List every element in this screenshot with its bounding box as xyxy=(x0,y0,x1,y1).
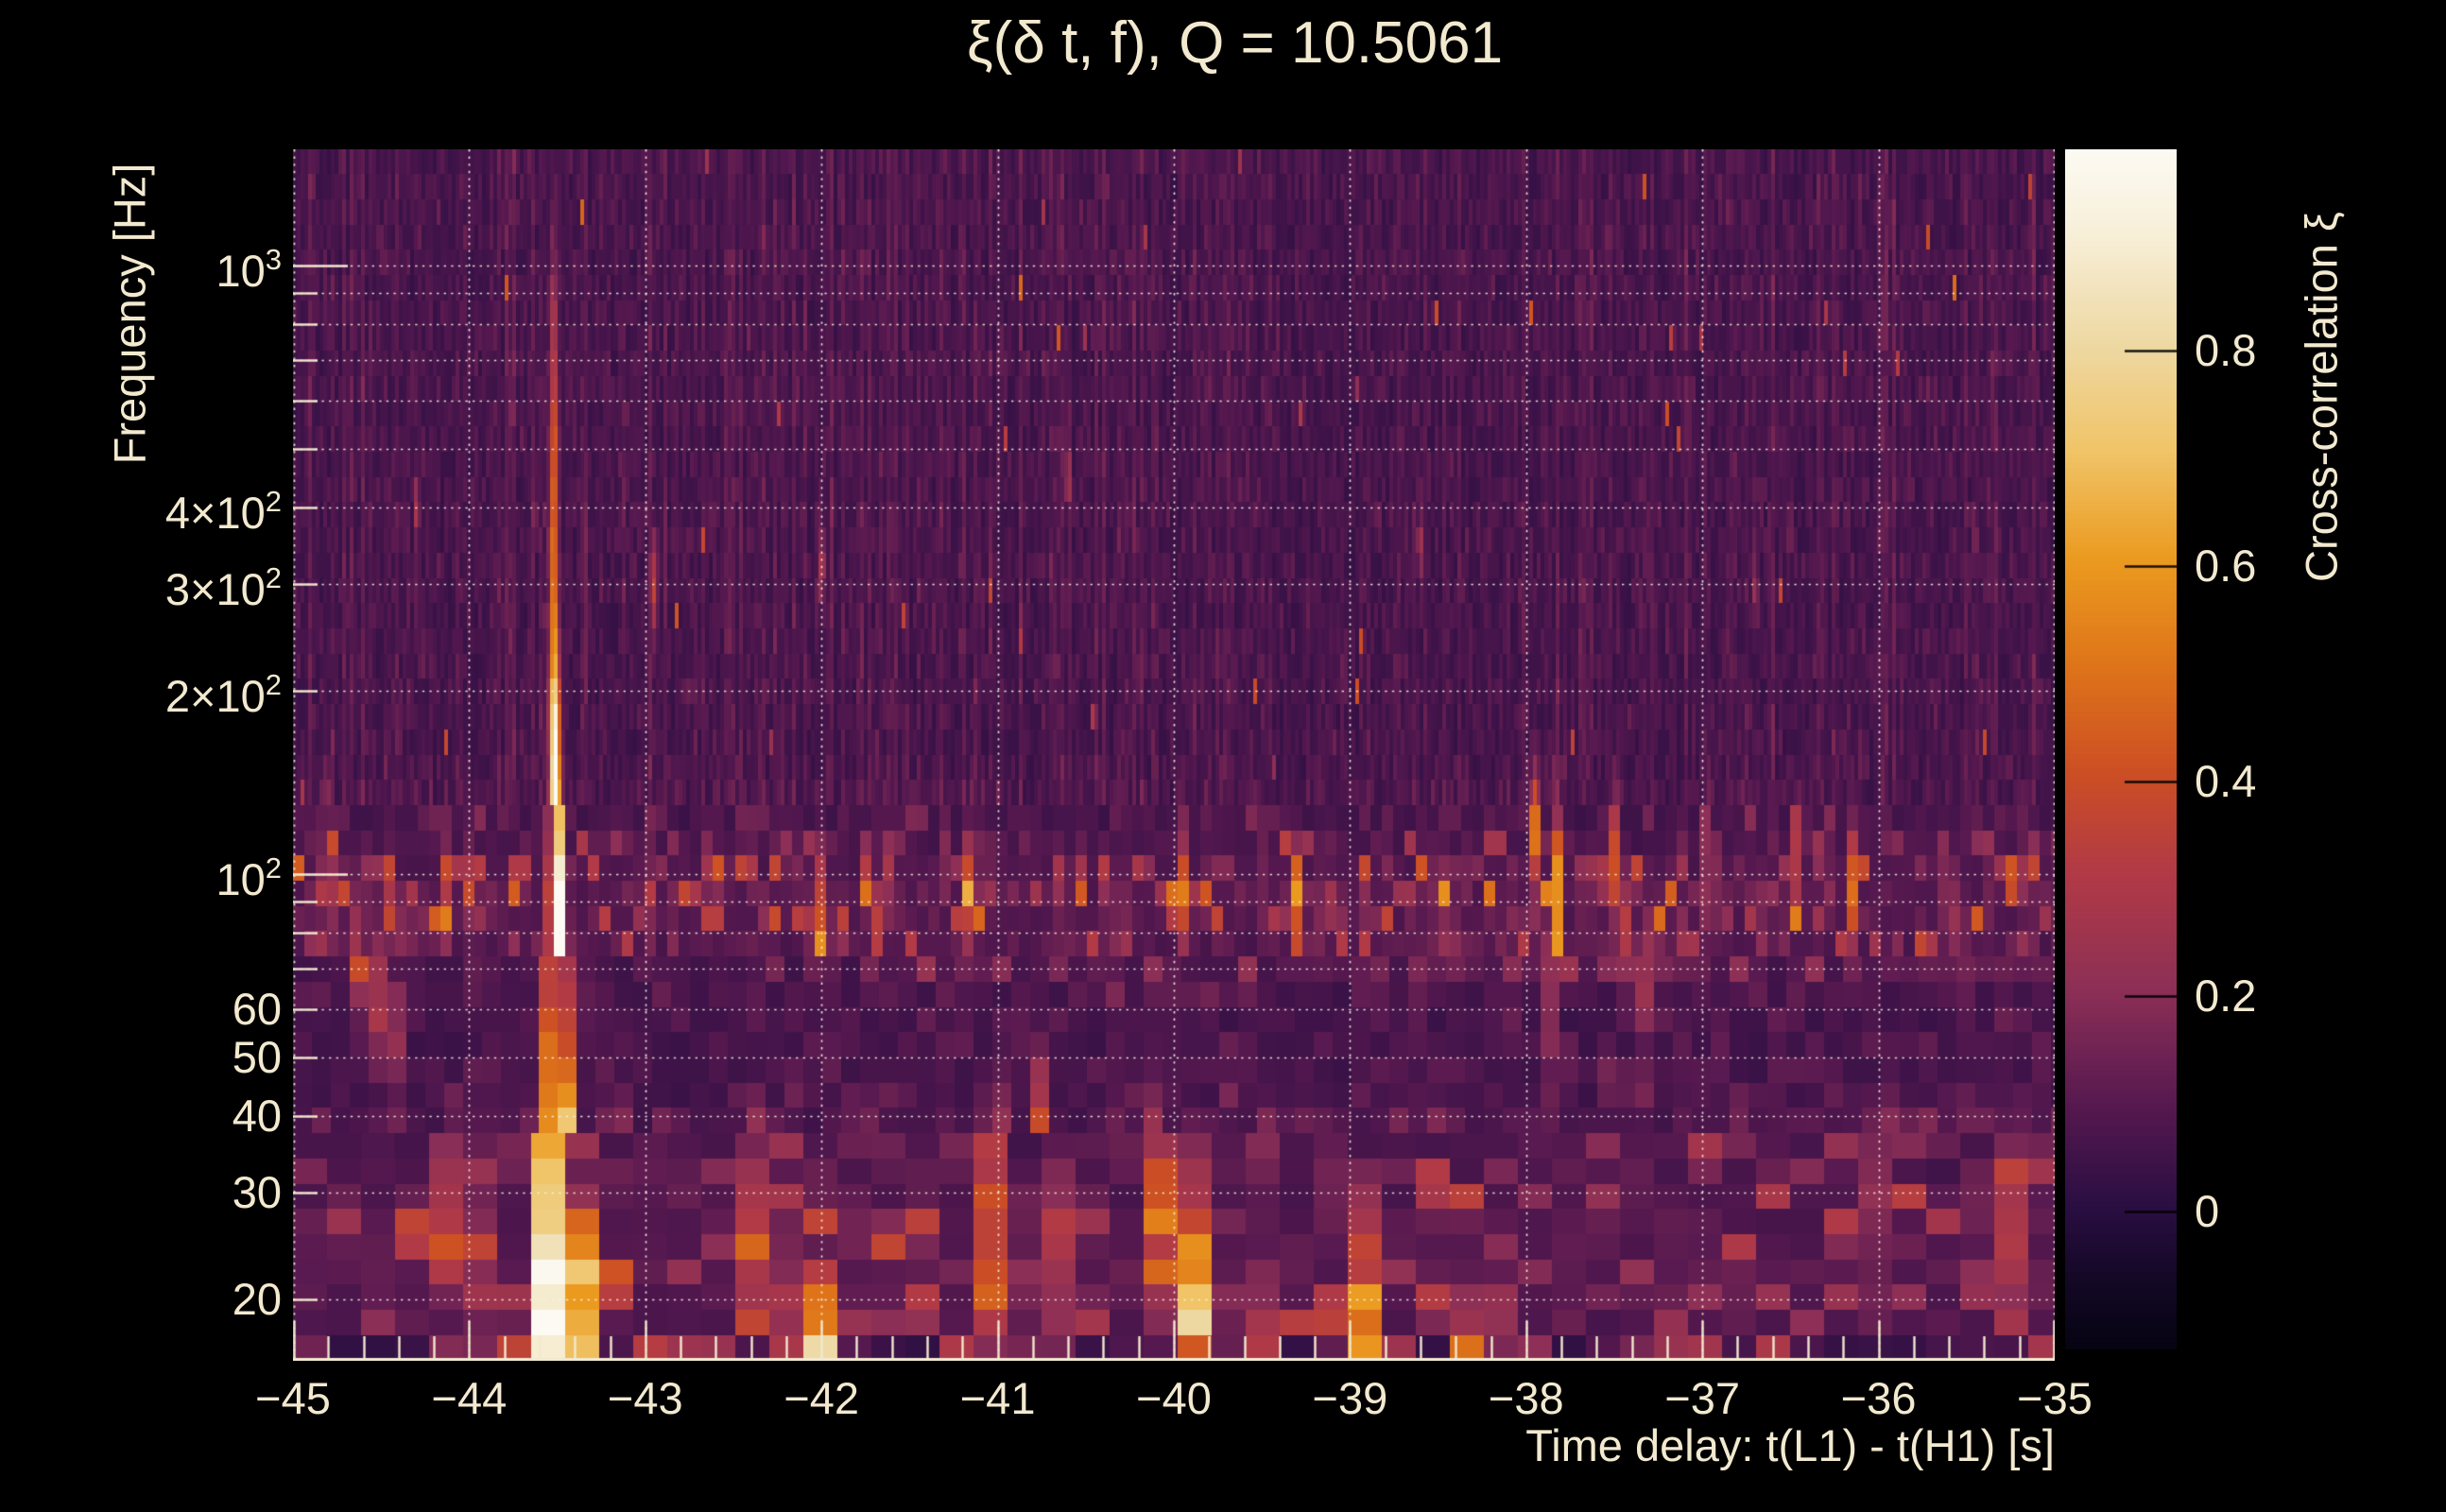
y-tick-label: 60 xyxy=(232,983,282,1034)
x-tick-label: −43 xyxy=(607,1373,683,1423)
x-tick-label: −37 xyxy=(1664,1373,1741,1423)
x-tick-label: −45 xyxy=(255,1373,331,1423)
colorbar-tick-label: 0.6 xyxy=(2195,540,2257,591)
x-tick-label: −38 xyxy=(1488,1373,1564,1423)
y-tick-label: 4×102 xyxy=(164,485,282,539)
x-tick-label: −44 xyxy=(431,1373,508,1423)
y-tick-label: 3×102 xyxy=(164,560,282,614)
y-tick-label: 50 xyxy=(232,1031,282,1082)
colorbar-tick-label: 0 xyxy=(2195,1186,2220,1237)
y-tick-label: 103 xyxy=(215,242,282,296)
x-tick-label: −36 xyxy=(1840,1373,1917,1423)
colorbar-tick-label: 0.4 xyxy=(2195,755,2257,806)
x-tick-label: −41 xyxy=(959,1373,1036,1423)
y-tick-label: 30 xyxy=(232,1166,282,1217)
plot-title: ξ(δ t, f), Q = 10.5061 xyxy=(966,10,1504,76)
x-tick-label: −40 xyxy=(1136,1373,1212,1423)
figure-background: ξ(δ t, f), Q = 10.5061 Frequency [Hz] Ti… xyxy=(0,0,2446,1512)
heatmap-plot-area xyxy=(293,149,2055,1361)
colorbar-tick-label: 0.2 xyxy=(2195,971,2257,1022)
x-tick-label: −39 xyxy=(1312,1373,1388,1423)
colorbar-axis-label: Cross-correlation ξ xyxy=(2296,212,2347,582)
y-tick-label: 2×102 xyxy=(164,668,282,722)
y-tick-label: 40 xyxy=(232,1091,282,1142)
x-tick-label: −42 xyxy=(784,1373,860,1423)
y-axis-label: Frequency [Hz] xyxy=(104,163,155,465)
x-axis-label: Time delay: t(L1) - t(H1) [s] xyxy=(1525,1420,2055,1470)
y-tick-label: 102 xyxy=(215,850,282,904)
y-tick-label: 20 xyxy=(232,1274,282,1325)
colorbar-gradient xyxy=(2065,149,2177,1349)
colorbar-tick-label: 0.8 xyxy=(2195,324,2257,375)
x-tick-label: −35 xyxy=(2017,1373,2093,1423)
